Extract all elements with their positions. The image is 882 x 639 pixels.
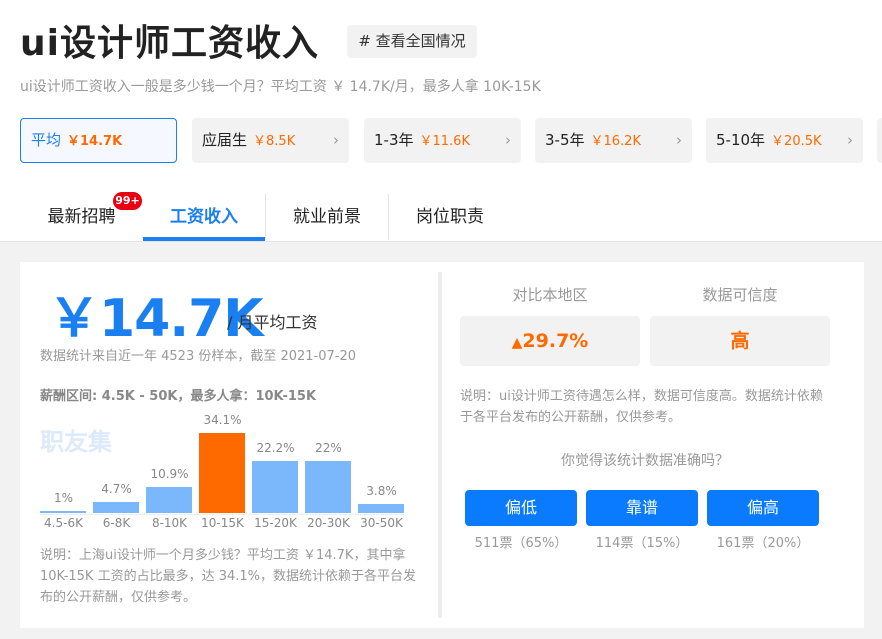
sample-info: 数据统计来自近一年 4523 份样本，截至 2021-07-20 <box>40 349 357 364</box>
bar-8-10K <box>146 487 192 513</box>
bar-30-50K <box>358 504 404 513</box>
bar-4.5-6K <box>40 510 86 513</box>
salary-unit: / 月平均工资 <box>227 313 318 332</box>
vote-low-button[interactable]: 偏低 <box>465 490 577 526</box>
bar-value-label: 10.9% <box>150 467 189 482</box>
chevron-right-icon: › <box>676 131 682 149</box>
vote-accurate-count: 114票（15%） <box>595 536 689 551</box>
x-tick-label: 15-20K <box>254 516 297 530</box>
bar-10-15K <box>199 433 245 513</box>
watermark-logo: 职友集 <box>40 428 112 456</box>
region-compare-value: ▲29.7% <box>460 316 640 366</box>
vote-low-count: 511票（65%） <box>474 536 568 551</box>
card-value: ￥11.6K <box>419 134 470 149</box>
panel-divider <box>438 272 442 618</box>
accuracy-question: 你觉得该统计数据准确吗？ <box>561 453 729 469</box>
tab-duties[interactable]: 岗位职责 <box>389 195 511 241</box>
view-national-button[interactable]: # 查看全国情况 <box>347 25 477 58</box>
trust-note: 说明：ui设计师工资待遇怎么样，数据可信度高。数据统计依赖于各平台发布的公开薪酬… <box>460 389 823 425</box>
x-tick-label: 4.5-6K <box>44 516 83 530</box>
card-value: ￥14.7K <box>67 134 123 149</box>
region-compare-label: 对比本地区 <box>512 286 588 304</box>
chevron-right-icon: › <box>333 131 339 149</box>
exp-card-more[interactable] <box>877 118 882 163</box>
card-label: 5-10年 <box>716 131 766 149</box>
bar-value-label: 22% <box>315 441 342 456</box>
salary-note: 说明：上海ui设计师一个月多少钱？平均工资 ￥14.7K，其中拿 10K-15K… <box>40 548 417 605</box>
chevron-right-icon: › <box>505 131 511 149</box>
chart-baseline <box>40 514 404 515</box>
bar-value-label: 22.2% <box>256 440 295 455</box>
card-label: 1-3年 <box>374 131 414 149</box>
bar-6-8K <box>93 501 139 513</box>
page-subtitle: ui设计师工资收入一般是多少钱一个月？平均工资 ￥ 14.7K/月，最多人拿 1… <box>20 79 541 95</box>
x-tick-label: 6-8K <box>102 516 131 530</box>
exp-card-1-3[interactable]: 1-3年 ￥11.6K › <box>364 118 521 163</box>
region-percent: 29.7% <box>522 330 589 352</box>
bar-20-30K <box>305 461 351 513</box>
tab-prospects[interactable]: 就业前景 <box>266 195 388 241</box>
trust-value: 高 <box>650 316 830 366</box>
card-value: ￥8.5K <box>253 134 296 149</box>
x-tick-label: 20-30K <box>307 516 350 530</box>
vote-high-count: 161票（20%） <box>716 536 810 551</box>
salary-range: 薪酬区间: 4.5K - 50K，最多人拿：10K-15K <box>40 389 317 404</box>
vote-accurate-button[interactable]: 靠谱 <box>586 490 698 526</box>
page-title: ui设计师工资收入 <box>20 23 319 64</box>
bar-value-label: 1% <box>53 490 74 505</box>
exp-card-5-10[interactable]: 5-10年 ￥20.5K › <box>706 118 863 163</box>
x-tick-label: 30-50K <box>360 516 403 530</box>
bar-value-label: 4.7% <box>101 481 132 496</box>
card-label: 平均 <box>31 131 62 149</box>
arrow-up-icon: ▲ <box>511 335 523 351</box>
bar-15-20K <box>252 460 298 513</box>
bar-value-label: 3.8% <box>366 484 397 499</box>
jobs-count-badge: 99+ <box>113 192 142 210</box>
chevron-right-icon: › <box>847 131 853 149</box>
bar-value-label: 34.1% <box>203 413 242 427</box>
x-tick-label: 10-15K <box>201 516 244 530</box>
x-tick-label: 8-10K <box>151 516 188 530</box>
trust-label: 数据可信度 <box>702 286 778 304</box>
card-value: ￥16.2K <box>590 134 641 149</box>
card-value: ￥20.5K <box>771 134 822 149</box>
tab-salary[interactable]: 工资收入 <box>143 195 265 241</box>
exp-card-3-5[interactable]: 3-5年 ￥16.2K › <box>535 118 692 163</box>
vote-high-button[interactable]: 偏高 <box>707 490 819 526</box>
exp-card-graduate[interactable]: 应届生 ￥8.5K › <box>192 118 349 163</box>
card-label: 应届生 <box>202 131 248 149</box>
exp-card-average[interactable]: 平均 ￥14.7K <box>20 118 177 163</box>
card-label: 3-5年 <box>545 131 585 149</box>
